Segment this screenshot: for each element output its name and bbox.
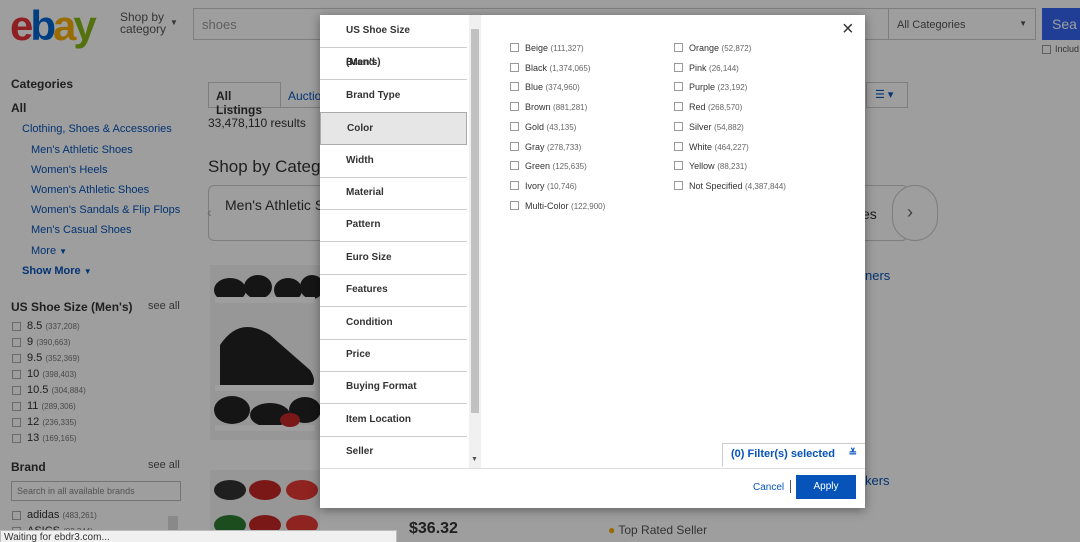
color-option-label: White: [689, 141, 713, 152]
cancel-button[interactable]: Cancel: [753, 482, 784, 493]
color-option-count: (10,746): [547, 181, 577, 191]
checkbox[interactable]: [510, 82, 519, 92]
checkbox[interactable]: [510, 141, 519, 151]
filter-category-item[interactable]: Width: [320, 145, 467, 178]
filter-category-item[interactable]: Pattern: [320, 209, 467, 243]
chevron-double-down-icon: ≚: [848, 448, 857, 459]
color-option-count: (23,192): [717, 83, 748, 93]
filter-list-scrollbar[interactable]: ▼: [469, 15, 481, 468]
checkbox[interactable]: [510, 180, 519, 190]
close-icon[interactable]: ×: [842, 19, 854, 39]
color-option-label: Green: [525, 161, 551, 172]
scrollbar-thumb[interactable]: [471, 29, 479, 413]
color-option-label: Black: [525, 62, 548, 73]
separator: [790, 480, 791, 493]
filter-category-item[interactable]: Material: [320, 177, 467, 210]
color-option-label: Ivory: [525, 180, 545, 191]
checkbox[interactable]: [510, 102, 519, 112]
checkbox[interactable]: [674, 82, 683, 92]
color-option[interactable]: Pink (26,144): [674, 62, 739, 73]
checkbox[interactable]: [510, 62, 519, 72]
color-option[interactable]: Silver (54,882): [674, 121, 744, 132]
color-option-count: (268,570): [708, 103, 743, 113]
checkbox[interactable]: [674, 180, 683, 190]
color-option-count: (88,231): [717, 162, 747, 172]
color-option-count: (52,872): [721, 44, 752, 53]
checkbox[interactable]: [674, 141, 683, 151]
browser-status-bar: Waiting for ebdr3.com...: [0, 530, 397, 542]
color-option-label: Beige: [525, 43, 549, 53]
scroll-down-icon[interactable]: ▼: [471, 456, 478, 463]
color-option[interactable]: Brown (881,281): [510, 102, 587, 112]
checkbox[interactable]: [510, 43, 519, 52]
color-option-count: (278,733): [547, 142, 582, 152]
color-option[interactable]: Not Specified (4,387,844): [674, 180, 786, 191]
color-option-count: (881,281): [553, 103, 588, 113]
color-option-label: Blue: [525, 82, 544, 93]
color-option[interactable]: Multi-Color (122,900): [510, 200, 606, 211]
color-option-label: Multi-Color: [525, 200, 569, 211]
color-option-count: (374,960): [545, 83, 580, 93]
color-option-count: (122,900): [571, 201, 606, 211]
filter-category-item[interactable]: Features: [320, 274, 467, 308]
filter-category-item[interactable]: Condition: [320, 307, 467, 340]
color-option-label: Yellow: [689, 161, 715, 172]
color-option[interactable]: Red (268,570): [674, 102, 742, 112]
filter-category-item[interactable]: US Shoe Size (Men's): [320, 15, 467, 68]
color-option-label: Gray: [525, 141, 545, 152]
color-option-count: (464,227): [714, 142, 749, 152]
filter-category-item[interactable]: Buying Format: [320, 371, 467, 405]
color-option-label: Gold: [525, 121, 545, 132]
checkbox[interactable]: [674, 62, 683, 72]
color-option-count: (26,144): [709, 63, 739, 73]
color-option[interactable]: Beige (111,327): [510, 43, 584, 53]
filter-dialog: US Shoe Size (Men's) Brand Brand Type Color…: [320, 15, 865, 508]
color-option-label: Orange: [689, 43, 720, 53]
filter-category-list: US Shoe Size (Men's) Brand Brand Type Color…: [320, 15, 467, 468]
color-option[interactable]: Purple (23,192): [674, 82, 747, 92]
filters-selected-toggle[interactable]: (0) Filter(s) selected ≚: [722, 443, 865, 467]
color-option-label: Brown: [525, 102, 551, 113]
color-option-count: (125,635): [552, 162, 587, 172]
color-option-count: (111,327): [550, 44, 584, 53]
filter-category-item[interactable]: Brand Type: [320, 80, 467, 113]
color-option-label: Not Specified: [689, 180, 743, 191]
apply-button[interactable]: Apply: [796, 475, 856, 499]
filter-category-item[interactable]: Price: [320, 339, 467, 372]
color-option[interactable]: Black (1,374,065): [510, 62, 591, 73]
color-option[interactable]: Green (125,635): [510, 161, 587, 171]
color-option-count: (54,882): [714, 122, 744, 132]
checkbox[interactable]: [674, 121, 683, 131]
color-option-label: Red: [689, 102, 706, 113]
checkbox[interactable]: [674, 161, 683, 171]
color-option-label: Pink: [689, 62, 707, 73]
color-option[interactable]: Yellow (88,231): [674, 161, 747, 171]
filters-selected-label: (0) Filter(s) selected: [731, 448, 835, 460]
checkbox[interactable]: [510, 121, 519, 131]
color-option-label: Purple: [689, 82, 716, 93]
checkbox[interactable]: [510, 200, 519, 210]
color-option-count: (43,135): [546, 122, 577, 132]
color-option-count: (4,387,844): [745, 181, 786, 191]
checkbox[interactable]: [674, 102, 683, 112]
filter-category-item[interactable]: Item Location: [320, 404, 467, 437]
color-option[interactable]: Ivory (10,746): [510, 180, 577, 191]
color-option[interactable]: Blue (374,960): [510, 82, 580, 92]
filter-category-item[interactable]: Seller: [320, 436, 467, 468]
color-option[interactable]: White (464,227): [674, 141, 749, 152]
color-option[interactable]: Gray (278,733): [510, 141, 582, 152]
color-option-label: Silver: [689, 121, 712, 132]
checkbox[interactable]: [510, 161, 519, 171]
color-option-count: (1,374,065): [549, 63, 591, 73]
filter-category-item[interactable]: Brand: [320, 47, 467, 81]
color-option[interactable]: Gold (43,135): [510, 121, 577, 132]
dialog-footer-divider: [320, 468, 865, 469]
filter-category-item[interactable]: Color: [320, 112, 467, 146]
filter-category-item[interactable]: Euro Size: [320, 242, 467, 275]
checkbox[interactable]: [674, 43, 683, 52]
color-option[interactable]: Orange (52,872): [674, 43, 751, 53]
